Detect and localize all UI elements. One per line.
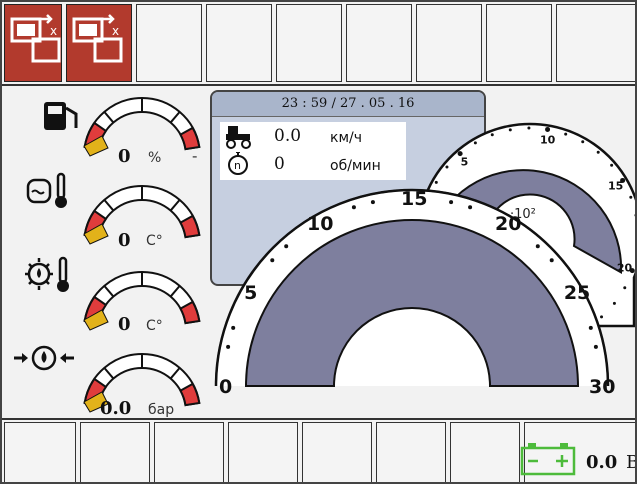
speedo-tick <box>610 163 614 167</box>
bottom-softkey-2[interactable] <box>80 422 150 482</box>
speedo-tick <box>620 177 626 183</box>
speedo-tick <box>581 140 585 144</box>
bottom-softkey-6[interactable] <box>376 422 446 482</box>
speedo-tick <box>457 151 463 157</box>
speedo-tick <box>612 301 616 305</box>
display-reset-icon: x <box>72 14 123 63</box>
speedo-tick <box>527 126 531 130</box>
tacho-tick <box>270 258 275 263</box>
speedo-tick <box>473 141 477 145</box>
battery-value: 0.0 <box>586 452 618 473</box>
speedo-label-20: 20 <box>617 261 633 274</box>
softkey-8[interactable] <box>486 4 552 82</box>
tacho-label-15: 15 <box>401 188 427 210</box>
speedo-tick <box>623 286 627 290</box>
speedo-tick <box>629 195 633 199</box>
speedo-tick <box>490 133 494 137</box>
tacho-tick <box>449 200 454 205</box>
bottom-softkey-1[interactable] <box>4 422 76 482</box>
tacho-label-5: 5 <box>244 282 257 304</box>
softkey-7[interactable] <box>416 4 482 82</box>
speedo-tick <box>508 128 512 132</box>
tacho-tick <box>549 258 554 263</box>
softkey-4[interactable] <box>206 4 272 82</box>
speedo-tick <box>564 132 568 136</box>
top-softkey-bar: xx <box>2 2 635 86</box>
speedo-label-10: 10 <box>540 133 556 146</box>
softkey-3[interactable] <box>136 4 202 82</box>
speedo-tick <box>445 165 449 169</box>
bottom-softkey-7[interactable] <box>450 422 520 482</box>
tacho-label-10: 10 <box>307 213 333 235</box>
tacho-tick <box>231 325 236 330</box>
battery-icon <box>520 443 576 476</box>
tacho-multiplier: ·10² <box>510 207 536 222</box>
tacho-tick <box>226 344 231 349</box>
tacho-label-25: 25 <box>564 282 590 304</box>
tacho-tick <box>593 344 598 349</box>
tacho-tick <box>284 244 289 249</box>
tacho-tick <box>468 205 473 210</box>
speedo-tick <box>629 268 635 274</box>
tacho-tick <box>370 200 375 205</box>
work-counter-icon: x <box>10 14 61 63</box>
tractor-dashboard-screen: xx 0 % - 0 C° 0 C° 0.0 бар 23: 59 / 27 … <box>0 0 637 484</box>
speedo-tick <box>434 180 438 184</box>
tacho-tick <box>535 244 540 249</box>
softkey-9[interactable] <box>556 4 635 82</box>
tacho-label-0: 0 <box>219 376 232 398</box>
battery-readout: 0.0 В <box>514 440 635 480</box>
speedo-label-5: 5 <box>461 155 469 168</box>
bottom-softkey-3[interactable] <box>154 422 224 482</box>
speedo-tick <box>545 126 551 132</box>
bottom-softkey-4[interactable] <box>228 422 298 482</box>
display-reset-button[interactable]: x <box>66 4 132 82</box>
speedo-tick <box>596 150 600 154</box>
tacho-label-30: 30 <box>589 376 615 398</box>
softkey-6[interactable] <box>346 4 412 82</box>
battery-unit: В <box>626 452 635 473</box>
tacho-tick <box>588 325 593 330</box>
softkey-5[interactable] <box>276 4 342 82</box>
work-counter-reset-button[interactable]: x <box>4 4 62 82</box>
bottom-softkey-5[interactable] <box>302 422 372 482</box>
tacho-tick <box>351 205 356 210</box>
svg-text:x: x <box>50 24 57 38</box>
speedo-tick <box>600 315 604 319</box>
svg-text:x: x <box>112 24 119 38</box>
